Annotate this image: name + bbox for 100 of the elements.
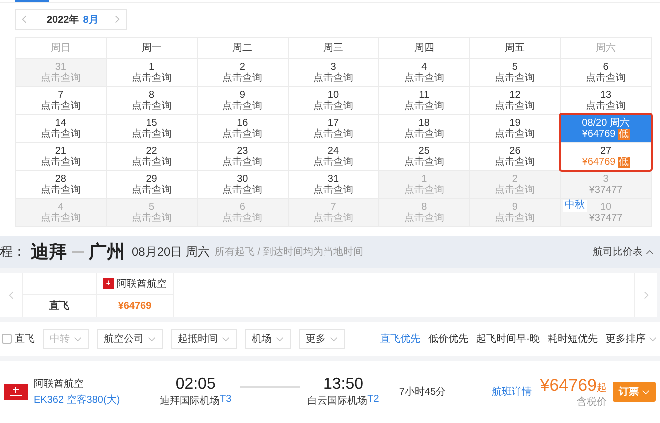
calendar-day[interactable]: 8 点击查询 <box>106 87 197 114</box>
sort-option[interactable]: 起飞时间早-晚 <box>476 332 540 346</box>
day-label: 08/20 周六 <box>582 118 630 128</box>
calendar-day[interactable]: 2 点击查询 <box>198 59 288 86</box>
sort-option[interactable]: 直飞优先 <box>380 332 421 346</box>
calendar-day[interactable]: 29 点击查询 <box>106 171 197 198</box>
calendar-day[interactable]: 27 ¥64769 低 <box>561 143 651 170</box>
terminal-label: T2 <box>368 394 380 407</box>
day-label: 12 <box>510 90 521 100</box>
calendar-day[interactable]: 5 点击查询 <box>470 59 560 86</box>
calendar-day[interactable]: 中秋 10 ¥37477 <box>561 199 651 226</box>
day-label: 13 <box>600 90 612 100</box>
tab-indicator <box>15 0 49 2</box>
day-label: 9 <box>512 202 518 212</box>
calendar-day[interactable]: 13 点击查询 <box>561 87 651 114</box>
day-note: 点击查询 <box>132 212 172 224</box>
calendar-day[interactable]: 17 点击查询 <box>288 115 378 142</box>
calendar-day[interactable]: 30 点击查询 <box>198 171 288 198</box>
arrival-time: 13:50 <box>323 376 364 394</box>
low-price-badge: 低 <box>618 156 630 168</box>
day-label: 5 <box>148 202 155 212</box>
day-note: 点击查询 <box>404 184 444 196</box>
day-note: 点击查询 <box>313 156 354 168</box>
day-label: 30 <box>237 174 248 184</box>
filter-dropdown[interactable]: 起抵时间 <box>171 329 237 349</box>
calendar-day[interactable]: 23 点击查询 <box>198 143 288 170</box>
day-label: 9 <box>240 90 246 100</box>
weekday-header: 周三 <box>288 38 378 58</box>
calendar-day[interactable]: 26 点击查询 <box>470 143 560 170</box>
day-label: 3 <box>330 62 336 72</box>
day-note: 点击查询 <box>404 100 444 112</box>
chevron-left-icon[interactable] <box>22 15 27 24</box>
weekday-header: 周二 <box>198 38 288 58</box>
caret-up-icon <box>646 250 654 254</box>
day-label: 4 <box>58 202 64 212</box>
trip-label: 程： <box>0 243 26 261</box>
day-label: 3 <box>603 174 609 184</box>
low-price-badge: 低 <box>618 128 630 140</box>
calendar-day[interactable]: 4 点击查询 <box>379 59 470 86</box>
weekday-header: 周一 <box>106 38 197 58</box>
day-label: 2 <box>512 174 518 184</box>
airline-logo-icon <box>4 384 28 400</box>
day-label: 1 <box>422 174 428 184</box>
destination-city: 广州 <box>89 241 125 264</box>
day-note: 点击查询 <box>404 156 444 168</box>
calendar-day[interactable]: 16 点击查询 <box>198 115 288 142</box>
calendar-day[interactable]: 19 点击查询 <box>470 115 560 142</box>
chevron-right-icon[interactable] <box>115 15 120 24</box>
calendar-day[interactable]: 24 点击查询 <box>288 143 378 170</box>
stop-type-cell-text: 直飞 <box>48 300 70 314</box>
sort-option[interactable]: 低价优先 <box>428 332 469 346</box>
calendar-day[interactable]: 3 点击查询 <box>288 59 378 86</box>
flight-details-link[interactable]: 航班详情 <box>492 385 532 399</box>
weekday-header: 周日 <box>16 38 106 58</box>
day-label: 10 <box>600 202 612 212</box>
calendar-day[interactable]: 14 点击查询 <box>16 115 106 142</box>
day-label: 31 <box>55 62 66 72</box>
calendar-day[interactable]: 11 点击查询 <box>379 87 470 114</box>
day-note: 点击查询 <box>132 128 172 140</box>
day-label: 2 <box>240 62 246 72</box>
day-label: 17 <box>328 118 340 128</box>
calendar-day[interactable]: 18 点击查询 <box>379 115 470 142</box>
calendar-day[interactable]: 12 点击查询 <box>470 87 560 114</box>
calendar-day[interactable]: 1 点击查询 <box>106 59 197 86</box>
calendar-day[interactable]: 25 点击查询 <box>379 143 470 170</box>
calendar-day[interactable]: 10 点击查询 <box>288 87 378 114</box>
day-note: 点击查询 <box>313 100 354 112</box>
compare-toggle[interactable]: 航司比价表 <box>593 245 654 259</box>
direct-checkbox[interactable] <box>2 334 12 344</box>
day-note: 点击查询 <box>313 72 354 84</box>
sort-option[interactable]: 耗时短优先 <box>548 332 598 346</box>
day-label: 5 <box>512 62 518 72</box>
calendar-day[interactable]: 21 点击查询 <box>16 143 106 170</box>
day-label: 7 <box>330 202 336 212</box>
day-note: 点击查询 <box>222 128 263 140</box>
calendar-day[interactable]: 7 点击查询 <box>16 87 106 114</box>
filter-dropdown[interactable]: 更多 <box>299 329 345 349</box>
day-note: ¥37477 <box>589 212 623 224</box>
flight-number: EK362 空客380(大) <box>34 394 122 407</box>
calendar-day[interactable]: 6 点击查询 <box>561 59 651 86</box>
day-label: 10 <box>328 90 340 100</box>
arrival-airport: 白云国际机场 <box>308 396 368 408</box>
filter-dropdown[interactable]: 航空公司 <box>97 329 163 349</box>
caret-down-icon <box>649 336 657 342</box>
calendar-day[interactable]: 28 点击查询 <box>16 171 106 198</box>
travel-date: 08月20日 周六 <box>132 244 210 260</box>
calendar-day[interactable]: 15 点击查询 <box>106 115 197 142</box>
calendar-day[interactable]: 9 点击查询 <box>198 87 288 114</box>
terminal-label: T3 <box>220 394 232 407</box>
day-label: 7 <box>58 90 64 100</box>
flight-line <box>240 386 300 388</box>
filter-dropdown[interactable]: 机场 <box>245 329 291 349</box>
chevron-right-icon <box>644 290 648 300</box>
calendar-day[interactable]: 31 点击查询 <box>288 171 378 198</box>
sort-option[interactable]: 更多排序 <box>606 332 657 346</box>
origin-city: 迪拜 <box>31 241 67 264</box>
day-note: 点击查询 <box>132 184 172 196</box>
calendar-day[interactable]: 08/20 周六 ¥64769 低 <box>561 115 651 142</box>
calendar-day[interactable]: 22 点击查询 <box>106 143 197 170</box>
day-note: 点击查询 <box>404 72 444 84</box>
